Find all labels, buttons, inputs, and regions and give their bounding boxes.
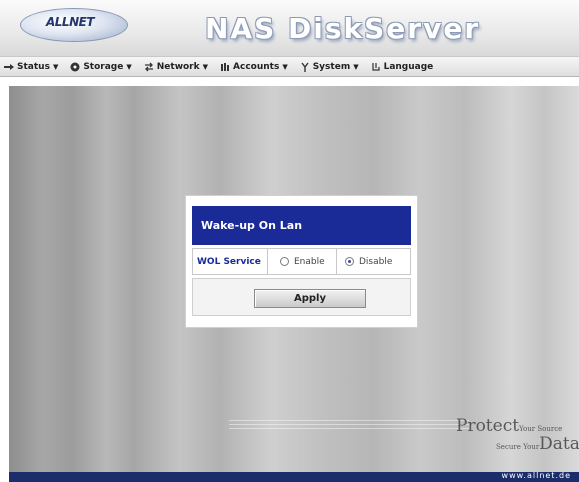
arrow-icon [4,63,14,70]
apply-button[interactable]: Apply [254,289,366,308]
footer-bar: www.allnet.de [9,471,579,482]
dialog-title: Wake-up On Lan [192,206,411,245]
wol-service-label: WOL Service [193,249,268,274]
menu-status-label: Status [17,61,50,72]
menu-system[interactable]: System ▼ [300,62,359,72]
menu-language-label: Language [383,61,434,72]
users-icon [221,62,230,71]
header: ALLNET NAS DiskServer [0,0,579,56]
logo-text: ALLNET [46,15,95,29]
menu-accounts-label: Accounts [233,61,280,72]
menu-status[interactable]: Status ▼ [4,62,58,72]
disk-icon [70,62,80,71]
language-icon [371,62,380,71]
slogan-your-source: Your Source [519,425,563,433]
website-url: www.allnet.de [501,471,571,480]
menu-storage[interactable]: Storage ▼ [70,61,132,72]
menu-language[interactable]: Language [371,61,434,72]
enable-label: Enable [294,256,325,267]
network-icon [144,62,153,71]
chevron-down-icon: ▼ [282,62,288,71]
decorative-lines [229,420,469,434]
slogan: ProtectYour Source Secure YourData [456,416,579,454]
slogan-data: Data [539,434,579,454]
chevron-down-icon: ▼ [52,62,59,71]
allnet-logo: ALLNET [20,8,128,42]
wol-service-row: WOL Service Enable Disable [192,248,411,275]
menu-accounts[interactable]: Accounts ▼ [220,62,288,72]
menu-network-label: Network [156,61,200,72]
tool-icon [301,62,309,72]
enable-radio-option[interactable]: Enable [268,249,337,274]
menu-network[interactable]: Network ▼ [144,62,208,72]
disable-label: Disable [359,256,393,267]
slogan-secure-your: Secure Your [496,443,540,451]
product-title: NAS DiskServer [205,12,481,45]
menu-bar: Status ▼ Storage ▼ Network ▼ Accounts ▼ … [0,56,579,77]
chevron-down-icon: ▼ [126,62,132,71]
wol-dialog: Wake-up On Lan WOL Service Enable Disabl… [185,195,418,328]
disable-radio-option[interactable]: Disable [337,249,410,274]
slogan-protect: Protect [456,416,520,436]
menu-storage-label: Storage [83,61,124,72]
button-area: Apply [192,278,411,316]
chevron-down-icon: ▼ [202,62,209,71]
chevron-down-icon: ▼ [353,62,359,71]
enable-radio[interactable] [280,257,289,266]
disable-radio[interactable] [345,257,354,266]
menu-system-label: System [312,61,351,72]
